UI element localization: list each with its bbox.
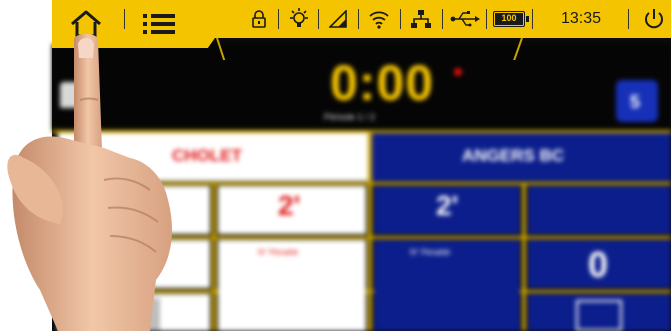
away-penalty-label: N° Pénalité <box>410 248 451 257</box>
clock-status-dot <box>454 68 462 76</box>
separator <box>400 9 401 29</box>
status-time: 13:35 <box>560 10 602 27</box>
network-icon[interactable] <box>408 0 434 38</box>
home-timeouts: 2' <box>278 190 301 221</box>
away-fouls-cell[interactable] <box>528 186 671 234</box>
signal-icon <box>326 0 350 38</box>
separator <box>278 9 279 29</box>
divider <box>212 182 216 331</box>
power-icon[interactable] <box>640 0 668 38</box>
away-score: 0 <box>588 244 609 285</box>
home-penalty-label: N° Pénalité <box>258 248 299 257</box>
separator <box>486 9 487 29</box>
separator <box>358 9 359 29</box>
pointing-hand-image <box>7 34 173 331</box>
divider <box>522 182 526 331</box>
separator <box>628 9 629 29</box>
away-card-icon <box>576 300 622 331</box>
away-team-name: ANGERS BC <box>462 146 565 165</box>
usb-icon <box>448 0 482 38</box>
battery-level: 100 <box>501 13 517 23</box>
home-team-name: CHOLET <box>172 146 242 165</box>
separator <box>124 9 125 29</box>
period-label: Période 1 / 2 <box>324 112 376 122</box>
game-clock[interactable]: 0:00 <box>330 54 434 112</box>
separator <box>318 9 319 29</box>
clock-display: 13:35 <box>548 0 614 38</box>
battery-icon: 100 <box>490 0 529 38</box>
separator <box>442 9 443 29</box>
brightness-icon[interactable] <box>286 0 312 38</box>
away-shirt-number: 5 <box>630 92 641 112</box>
wifi-icon[interactable] <box>366 0 392 38</box>
away-timeouts: 2' <box>436 190 459 221</box>
separator <box>532 9 533 29</box>
screen: 5 0:00 Période 1 / 2 CHOLET ANGERS BC 2' <box>0 0 671 331</box>
lock-icon[interactable] <box>248 0 270 38</box>
